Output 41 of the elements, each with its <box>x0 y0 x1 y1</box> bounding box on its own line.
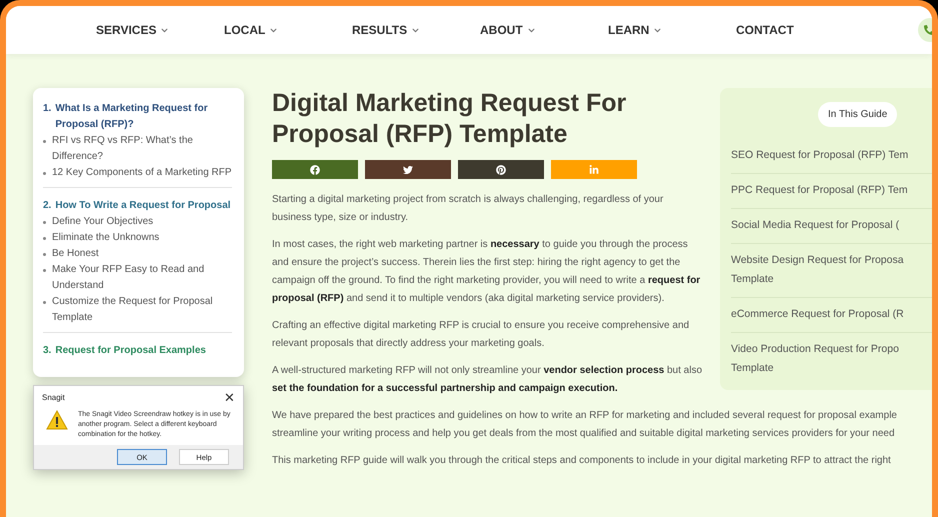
pinterest-icon <box>496 164 506 174</box>
nav-link[interactable]: CONTACT <box>736 23 864 37</box>
toc-section-link[interactable]: 3. Request for Proposal Examples <box>43 343 232 359</box>
toc-item-link[interactable]: RFI vs RFQ vs RFP: What’s the Difference? <box>43 133 232 165</box>
guide-heading: In This Guide <box>818 102 898 127</box>
guide-link[interactable]: PPC Request for Proposal (RFP) Tem <box>731 174 932 209</box>
nav-link[interactable]: ABOUT <box>480 23 608 37</box>
toc-item-link[interactable]: Make Your RFP Easy to Read and Understand <box>43 262 232 294</box>
paragraph: We have prepared the best practices and guidelines on how to write an RFP for marketing and included several request for proposal example streamline your writing process and help you get deals from the most qualified and suitable digital marketing services providers for your need <box>272 409 898 441</box>
toc-item-link[interactable]: Eliminate the Unknowns <box>43 230 232 246</box>
share-button[interactable] <box>458 160 544 179</box>
dialog-title: Snagit <box>42 392 65 402</box>
phone-icon <box>924 25 932 35</box>
article-title: Digital Marketing Request For Proposal (RFP) Template <box>272 88 628 150</box>
toc-section-link[interactable]: 2. How To Write a Request for Proposal <box>43 198 232 214</box>
paragraph: A well-structured marketing RFP will not only streamline your vendor selection process but also set the foundation for a successful partnership and campaign execution. <box>272 364 704 396</box>
share-button[interactable] <box>272 160 358 179</box>
paragraph: Starting a digital marketing project from scratch is always challenging, regardless of your business type, size or industry. <box>272 193 664 225</box>
close-button[interactable]: ✕ <box>224 390 235 404</box>
toc-item-link[interactable]: Customize the Request for Proposal Template <box>43 294 232 326</box>
toc-item-link[interactable]: Define Your Objectives <box>43 214 232 230</box>
guide-link[interactable]: Website Design Request for Proposa Template <box>731 244 932 298</box>
toc-item-link[interactable]: 12 Key Components of a Marketing RFP <box>43 165 232 181</box>
nav-link[interactable]: RESULTS <box>352 23 480 37</box>
linkedin-icon <box>589 164 599 174</box>
facebook-icon <box>310 164 320 174</box>
toc-item-link[interactable]: Be Honest <box>43 246 232 262</box>
guide-link[interactable]: SEO Request for Proposal (RFP) Tem <box>731 139 932 174</box>
nav-link[interactable]: LOCAL <box>224 23 352 37</box>
twitter-icon <box>403 164 413 174</box>
guide-link[interactable]: Video Production Request for Propo Template <box>731 333 932 386</box>
nav-link[interactable]: LEARN <box>608 23 736 37</box>
paragraph: Crafting an effective digital marketing RFP is crucial to ensure you receive comprehensive and relevant proposals that directly address your marketing goals. <box>272 319 690 351</box>
share-button[interactable] <box>365 160 451 179</box>
guide-link[interactable]: Social Media Request for Proposal ( <box>731 209 932 244</box>
toc-section-link[interactable]: 1. What Is a Marketing Request for Proposal (RFP)? <box>43 101 232 133</box>
paragraph: This marketing RFP guide will walk you through the critical steps and components to include in your digital marketing RFP to attract the right <box>272 454 892 468</box>
nav-link[interactable]: SERVICES <box>96 23 224 37</box>
guide-link[interactable]: eCommerce Request for Proposal (R <box>731 298 932 333</box>
warning-icon <box>46 410 68 430</box>
paragraph: In most cases, the right web marketing partner is necessary to guide you through the process and ensure the project’s success. Therein lies the first step: hiring the right agency to get the campaign off the ground. To find the right marketing provider, you will need to write a request for proposal (RFP) and send it to multiple vendors (aka digital marketing service providers). <box>272 238 702 306</box>
